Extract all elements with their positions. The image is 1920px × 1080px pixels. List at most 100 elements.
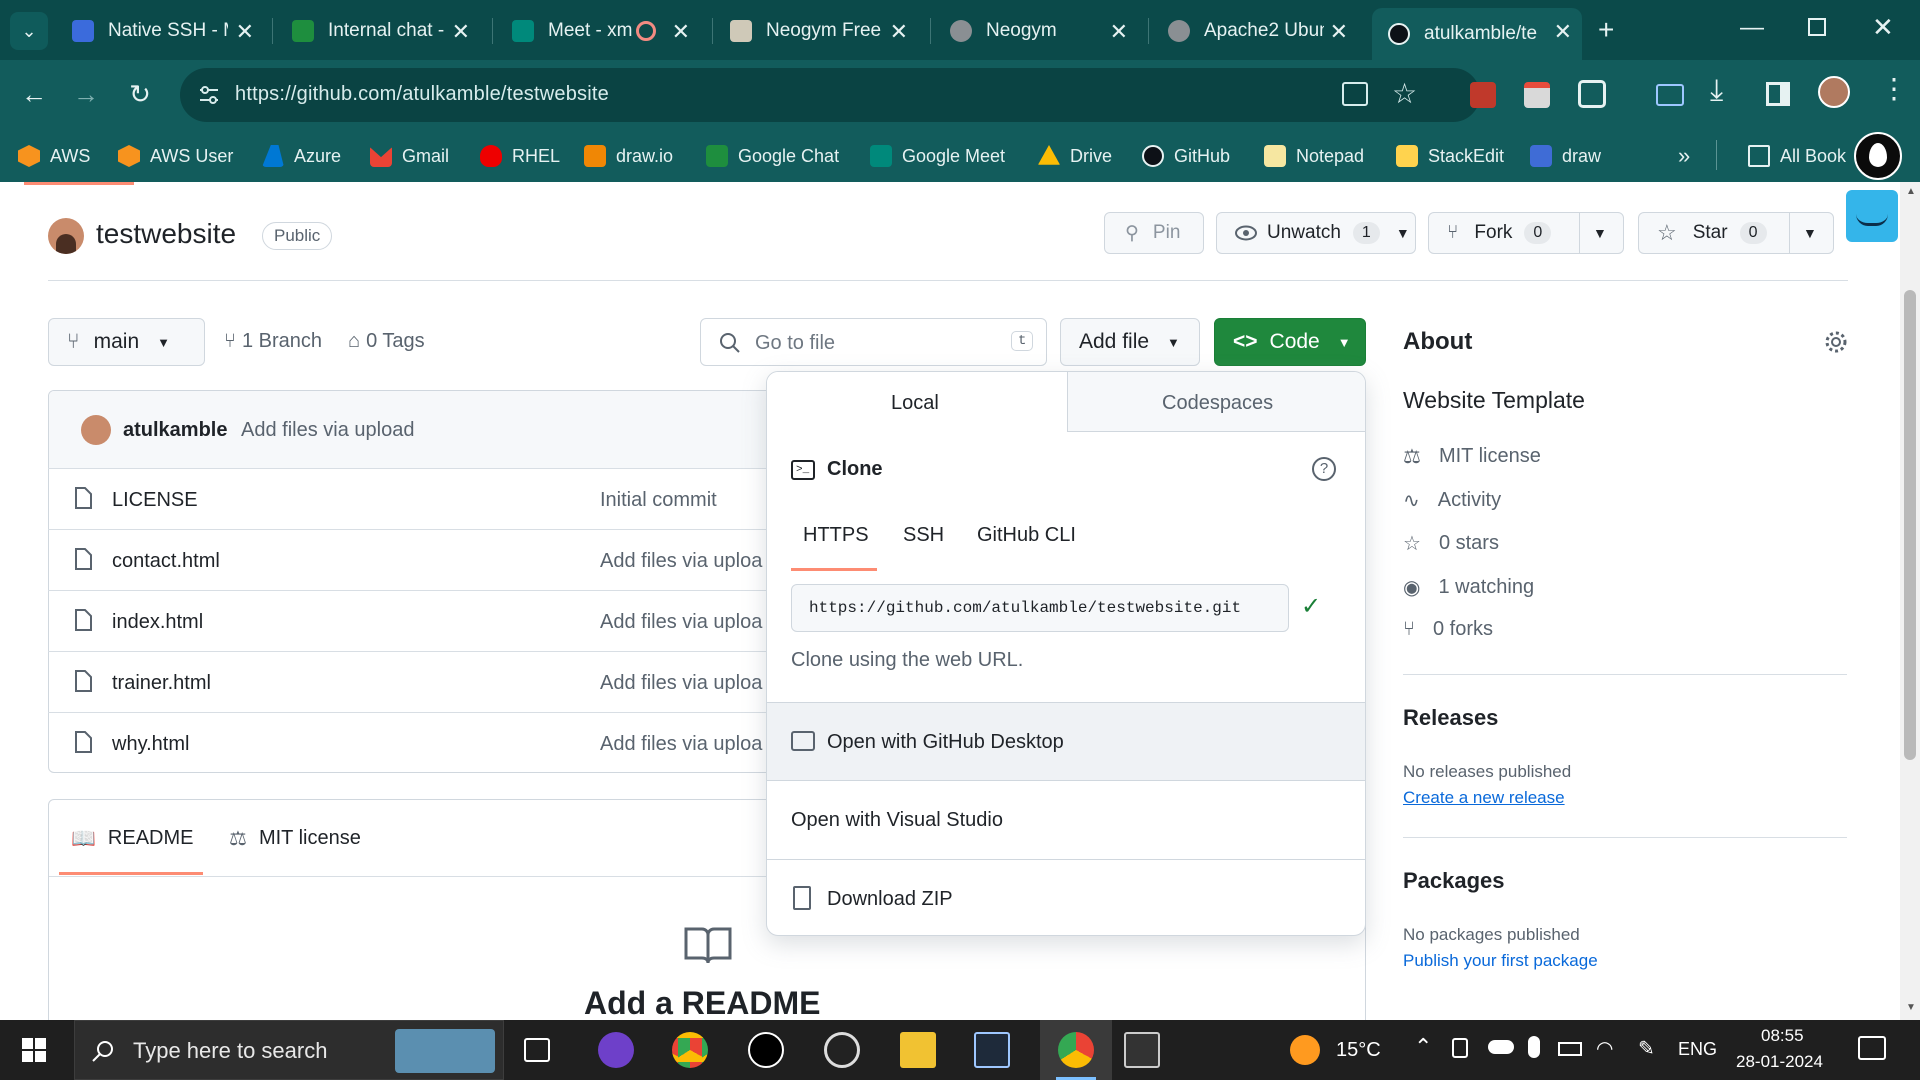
repo-name[interactable]: testwebsite [96, 218, 236, 250]
task-view-icon[interactable] [524, 1038, 550, 1062]
terminal-taskbar-icon[interactable] [1124, 1032, 1160, 1068]
clone-url-input[interactable]: https://github.com/atulkamble/testwebsit… [791, 584, 1289, 632]
file-commit-message[interactable]: Initial commit [600, 489, 717, 512]
go-to-file-input[interactable]: Go to file t [700, 318, 1047, 366]
address-bar[interactable]: https://github.com/atulkamble/testwebsit… [180, 68, 1480, 122]
powershell-icon[interactable] [974, 1032, 1010, 1068]
page-scrollbar[interactable]: ▲ ▼ [1900, 182, 1920, 1020]
file-commit-message[interactable]: Add files via uploa [600, 611, 762, 634]
branch-selector[interactable]: ⑂ main ▼ [48, 318, 205, 366]
clock-time[interactable]: 08:55 [1761, 1026, 1804, 1046]
download-zip-item[interactable]: Download ZIP [767, 859, 1365, 935]
minimize-icon[interactable]: — [1740, 14, 1764, 42]
activity-link[interactable]: ∿ Activity [1403, 488, 1501, 513]
taskbar-search-box[interactable]: Type here to search [74, 1020, 504, 1080]
branches-link[interactable]: ⑂ 1 Branch [224, 330, 322, 353]
tab-apache2[interactable]: Apache2 Ubun ✕ [1152, 8, 1358, 54]
wifi-icon[interactable]: ◠ [1596, 1036, 1613, 1061]
open-github-desktop-item[interactable]: Open with GitHub Desktop [767, 702, 1365, 780]
close-window-icon[interactable]: ✕ [1872, 12, 1894, 43]
packages-title[interactable]: Packages [1403, 868, 1505, 894]
commit-author[interactable]: atulkamble [123, 419, 227, 442]
bookmark-gmail[interactable]: Gmail [370, 139, 449, 173]
tab-github-cli[interactable]: GitHub CLI [977, 524, 1076, 547]
tab-license[interactable]: ⚖ MIT license [229, 826, 361, 851]
back-icon[interactable]: ← [14, 74, 54, 114]
create-release-link[interactable]: Create a new release [1403, 788, 1565, 808]
github-desktop-taskbar-icon[interactable] [598, 1032, 634, 1068]
notification-icon[interactable] [1858, 1036, 1886, 1060]
close-tab-icon[interactable]: ✕ [236, 19, 254, 45]
publish-package-link[interactable]: Publish your first package [1403, 951, 1598, 971]
tab-meet[interactable]: Meet - xm ✕ [496, 8, 700, 54]
unwatch-button[interactable]: Unwatch 1 ▼ [1216, 212, 1416, 254]
tab-internal-chat[interactable]: Internal chat - ✕ [276, 8, 480, 54]
file-explorer-icon[interactable] [900, 1032, 936, 1068]
owner-avatar[interactable] [48, 218, 84, 254]
clock-date[interactable]: 28-01-2024 [1736, 1052, 1823, 1072]
install-app-icon[interactable] [1342, 82, 1368, 106]
add-file-button[interactable]: Add file ▼ [1060, 318, 1200, 366]
close-tab-icon[interactable]: ✕ [1554, 19, 1572, 45]
tab-local[interactable]: Local [767, 372, 1067, 432]
pin-button[interactable]: ⚲ Pin [1104, 212, 1204, 254]
tab-https[interactable]: HTTPS [803, 524, 869, 547]
tab-ssh[interactable]: SSH [903, 524, 944, 547]
watching-link[interactable]: ◉ 1 watching [1403, 575, 1534, 600]
battery-icon[interactable] [1558, 1042, 1582, 1056]
extensions-puzzle-icon[interactable] [1578, 80, 1606, 108]
bookmark-aws[interactable]: AWS [18, 139, 90, 173]
reload-icon[interactable]: ↻ [120, 74, 160, 114]
bookmark-aws-user[interactable]: AWS User [118, 139, 233, 173]
side-panel-icon[interactable] [1766, 82, 1790, 106]
tags-link[interactable]: ⌂ 0 Tags [348, 330, 425, 353]
bookmark-github[interactable]: GitHub [1142, 139, 1230, 173]
forward-icon[interactable]: → [66, 74, 106, 114]
all-bookmarks-folder[interactable]: All Book [1748, 139, 1846, 173]
tab-native-ssh[interactable]: Native SSH - M ✕ [56, 8, 264, 54]
assistant-taskbar-icon[interactable] [748, 1032, 784, 1068]
extension-icon[interactable] [1524, 82, 1550, 108]
check-icon[interactable]: ✓ [1301, 592, 1321, 621]
bookmark-stackedit[interactable]: StackEdit [1396, 139, 1504, 173]
cast-icon[interactable] [1656, 84, 1684, 106]
download-icon[interactable]: ⤓ [1710, 74, 1723, 108]
chrome-taskbar-icon[interactable] [672, 1032, 708, 1068]
open-visual-studio-item[interactable]: Open with Visual Studio [767, 780, 1365, 859]
chevron-down-icon[interactable]: ▼ [1396, 225, 1410, 241]
scrollbar-thumb[interactable] [1904, 290, 1916, 760]
releases-title[interactable]: Releases [1403, 705, 1498, 731]
weather-sun-icon[interactable] [1290, 1035, 1320, 1065]
scroll-up-icon[interactable]: ▲ [1906, 186, 1916, 197]
bookmark-notepad[interactable]: Notepad [1264, 139, 1364, 173]
site-info-icon[interactable] [198, 84, 220, 106]
close-tab-icon[interactable]: ✕ [1110, 19, 1128, 45]
stars-link[interactable]: ☆ 0 stars [1403, 531, 1499, 556]
cloud-icon[interactable] [1488, 1040, 1514, 1054]
bookmark-drawio[interactable]: draw.io [584, 139, 673, 173]
fork-button[interactable]: ⑂ Fork 0 ▼ [1428, 212, 1624, 254]
bookmark-drive[interactable]: Drive [1038, 139, 1112, 173]
terminal-extension-icon[interactable] [1470, 82, 1496, 108]
bookmark-draw[interactable]: draw [1530, 139, 1601, 173]
commit-message[interactable]: Add files via upload [241, 419, 414, 442]
bookmark-azure[interactable]: Azure [262, 139, 341, 173]
file-name[interactable]: LICENSE [112, 489, 198, 512]
profile-avatar[interactable] [1818, 76, 1850, 108]
microphone-icon[interactable] [1528, 1036, 1540, 1058]
bookmark-star-icon[interactable]: ☆ [1392, 77, 1417, 110]
more-bookmarks-icon[interactable]: » [1678, 139, 1690, 173]
close-tab-icon[interactable]: ✕ [672, 19, 690, 45]
bookmark-rhel[interactable]: RHEL [480, 139, 560, 173]
close-tab-icon[interactable]: ✕ [452, 19, 470, 45]
file-commit-message[interactable]: Add files via uploa [600, 733, 762, 756]
floating-widget-icon[interactable] [1846, 190, 1898, 242]
tab-neogym[interactable]: Neogym ✕ [934, 8, 1138, 54]
chevron-up-icon[interactable]: ⌃ [1414, 1034, 1432, 1060]
code-button[interactable]: <> Code ▼ [1214, 318, 1366, 366]
tab-neogym-free[interactable]: Neogym Free ✕ [714, 8, 918, 54]
tab-search-button[interactable]: ⌄ [10, 12, 48, 50]
menu-kebab-icon[interactable]: ⋮ [1880, 72, 1908, 105]
bookmark-google-chat[interactable]: Google Chat [706, 139, 839, 173]
file-commit-message[interactable]: Add files via uploa [600, 672, 762, 695]
